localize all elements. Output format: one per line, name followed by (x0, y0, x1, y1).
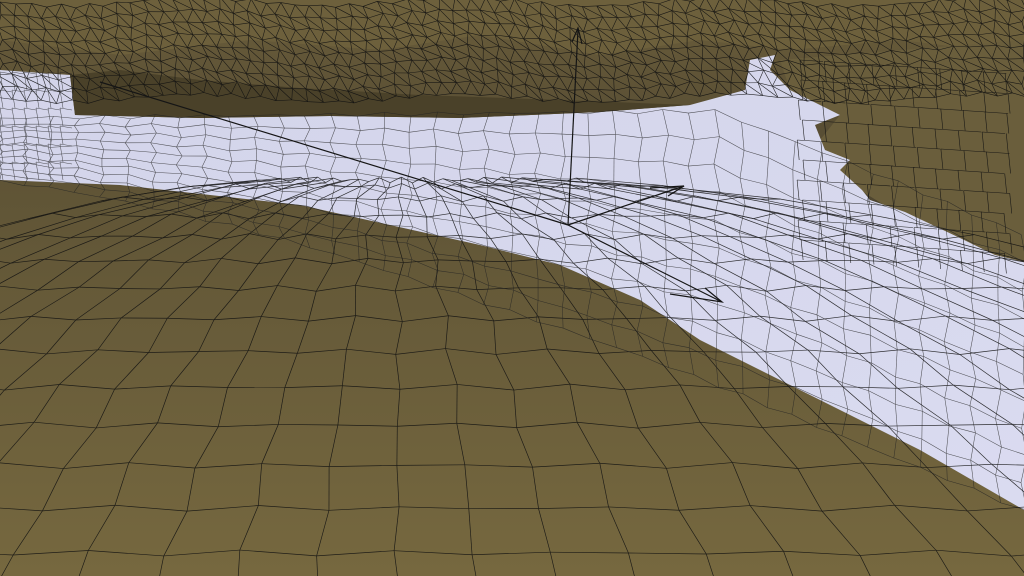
3d-viewport[interactable] (0, 0, 1024, 576)
scene-canvas[interactable] (0, 0, 1024, 576)
